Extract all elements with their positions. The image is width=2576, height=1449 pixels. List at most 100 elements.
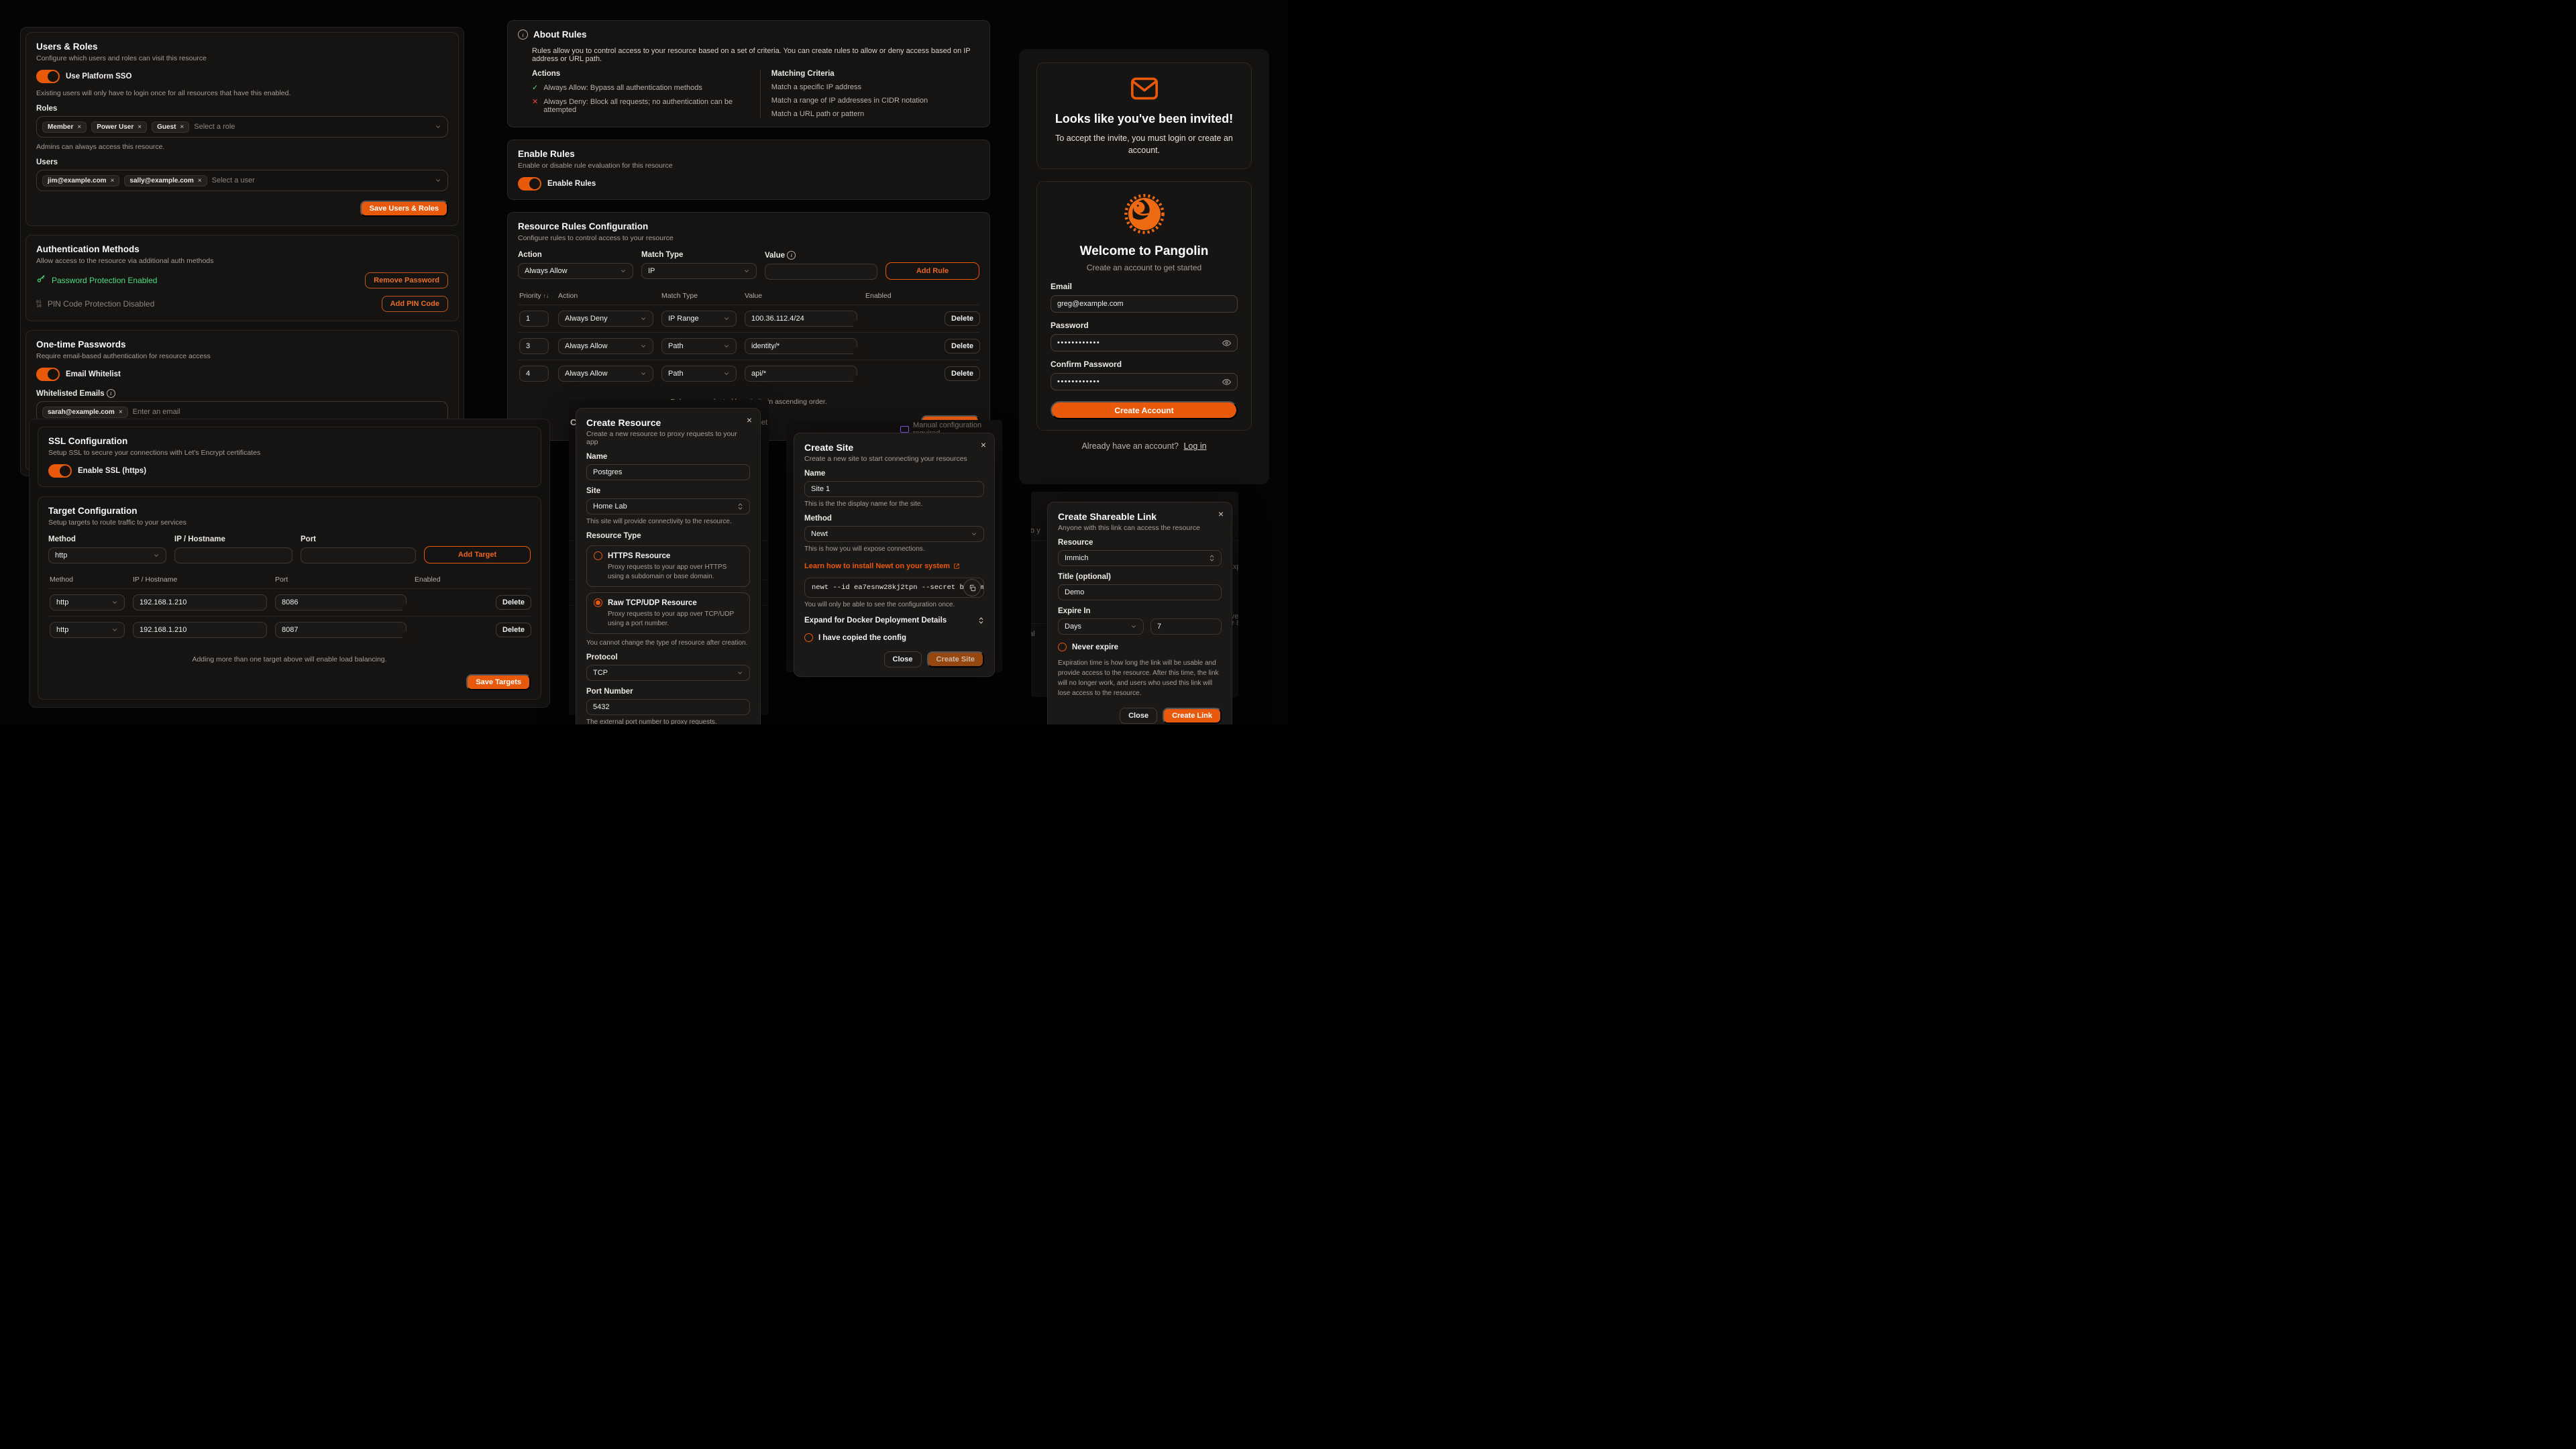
role-chip[interactable]: Guest×	[152, 121, 189, 133]
radio-selected-icon[interactable]	[594, 598, 602, 607]
rule-value-input[interactable]: api/*	[745, 366, 857, 382]
pangolin-logo	[1123, 193, 1166, 239]
user-chip[interactable]: sally@example.com×	[124, 175, 207, 186]
delete-rule-button[interactable]: Delete	[945, 311, 980, 326]
users-multiselect[interactable]: jim@example.com× sally@example.com× Sele…	[36, 170, 448, 191]
rule-priority-input[interactable]: 3	[519, 338, 549, 354]
enable-rules-toggle[interactable]	[518, 177, 541, 191]
chip-remove-icon[interactable]: ×	[111, 177, 115, 184]
rule-value-input[interactable]: identity/*	[745, 338, 857, 354]
copied-config-radio-row[interactable]: I have copied the config	[804, 633, 984, 642]
expire-unit-select[interactable]: Days	[1058, 619, 1144, 635]
ip-hostname-input[interactable]	[174, 547, 292, 564]
enable-rules-desc: Enable or disable rule evaluation for th…	[518, 162, 979, 170]
radio-icon[interactable]	[1058, 643, 1067, 651]
chip-remove-icon[interactable]: ×	[198, 177, 202, 184]
save-targets-button[interactable]: Save Targets	[466, 674, 531, 690]
chip-remove-icon[interactable]: ×	[180, 123, 184, 131]
actions-title: Actions	[532, 70, 751, 78]
site-select[interactable]: Home Lab	[586, 498, 750, 515]
remove-password-button[interactable]: Remove Password	[365, 272, 448, 288]
link-title-input[interactable]: Demo	[1058, 584, 1222, 600]
add-pin-code-button[interactable]: Add PIN Code	[382, 296, 448, 312]
resource-select[interactable]: Immich	[1058, 550, 1222, 566]
log-in-link[interactable]: Log in	[1183, 441, 1206, 451]
rule-priority-input[interactable]: 4	[519, 366, 549, 382]
rule-match-select[interactable]: Path	[661, 366, 737, 382]
close-icon[interactable]: ×	[747, 415, 752, 425]
delete-target-button[interactable]: Delete	[496, 595, 531, 610]
protocol-select[interactable]: TCP	[586, 665, 750, 681]
install-newt-link[interactable]: Learn how to install Newt on your system	[804, 562, 960, 570]
ip-header: IP / Hostname	[133, 576, 267, 584]
create-link-button[interactable]: Create Link	[1163, 708, 1222, 724]
save-users-roles-button[interactable]: Save Users & Roles	[360, 201, 448, 217]
value-input[interactable]	[765, 264, 877, 280]
rule-action-select[interactable]: Always Allow	[558, 338, 653, 354]
email-input[interactable]: greg@example.com	[1051, 295, 1238, 313]
target-method-select[interactable]: http	[50, 594, 125, 610]
https-resource-option[interactable]: HTTPS Resource Proxy requests to your ap…	[586, 545, 750, 587]
email-chip[interactable]: sarah@example.com×	[42, 407, 128, 418]
delete-rule-button[interactable]: Delete	[945, 339, 980, 354]
role-chip[interactable]: Member×	[42, 121, 87, 133]
raw-tcp-udp-resource-option[interactable]: Raw TCP/UDP Resource Proxy requests to y…	[586, 592, 750, 634]
rule-action-select[interactable]: Always Deny	[558, 311, 653, 327]
enable-ssl-toggle[interactable]	[48, 464, 72, 478]
chip-remove-icon[interactable]: ×	[119, 409, 123, 416]
port-number-input[interactable]: 5432	[586, 699, 750, 715]
email-whitelist-toggle[interactable]	[36, 368, 60, 381]
never-expire-radio-row[interactable]: Never expire	[1058, 643, 1222, 651]
close-icon[interactable]: ×	[1218, 509, 1224, 519]
target-method-select[interactable]: http	[50, 622, 125, 638]
resource-name-input[interactable]: Postgres	[586, 464, 750, 480]
chip-remove-icon[interactable]: ×	[77, 123, 81, 131]
target-row: http 192.168.1.210 8087 Delete	[48, 616, 531, 643]
create-account-button[interactable]: Create Account	[1051, 401, 1238, 419]
target-ip-input[interactable]: 192.168.1.210	[133, 622, 267, 638]
platform-sso-toggle[interactable]	[36, 70, 60, 83]
user-chip[interactable]: jim@example.com×	[42, 175, 119, 186]
criteria-item: Match a URL path or pattern	[771, 110, 979, 118]
action-select[interactable]: Always Allow	[518, 263, 633, 279]
target-port-input[interactable]: 8087	[275, 622, 407, 638]
close-button[interactable]: Close	[884, 651, 922, 667]
match-type-select[interactable]: IP	[641, 263, 757, 279]
priority-header[interactable]: Priority ↑↓	[519, 292, 550, 300]
role-chip[interactable]: Power User×	[91, 121, 147, 133]
chip-remove-icon[interactable]: ×	[138, 123, 142, 131]
create-site-button[interactable]: Create Site	[927, 651, 984, 667]
radio-icon[interactable]	[594, 551, 602, 560]
close-icon[interactable]: ×	[981, 440, 986, 449]
docker-details-expander[interactable]: Expand for Docker Deployment Details	[804, 616, 984, 625]
enable-rules-toggle-label: Enable Rules	[547, 180, 596, 188]
roles-multiselect[interactable]: Member× Power User× Guest× Select a role	[36, 116, 448, 138]
port-input[interactable]	[301, 547, 416, 564]
confirm-password-input[interactable]: ••••••••••••	[1051, 373, 1238, 390]
expire-value-input[interactable]: 7	[1150, 619, 1222, 635]
rule-match-select[interactable]: Path	[661, 338, 737, 354]
method-select[interactable]: http	[48, 547, 166, 564]
site-label: Site	[586, 487, 750, 495]
rule-priority-input[interactable]: 1	[519, 311, 549, 327]
share-link-title: Create Shareable Link	[1058, 511, 1222, 522]
password-input[interactable]: ••••••••••••	[1051, 334, 1238, 352]
rule-action-select[interactable]: Always Allow	[558, 366, 653, 382]
radio-icon[interactable]	[804, 633, 813, 642]
rule-match-select[interactable]: IP Range	[661, 311, 737, 327]
close-button[interactable]: Close	[1120, 708, 1157, 724]
add-rule-button[interactable]: Add Rule	[885, 262, 979, 280]
target-port-input[interactable]: 8086	[275, 594, 407, 610]
delete-rule-button[interactable]: Delete	[945, 366, 980, 381]
rule-value-input[interactable]: 100.36.112.4/24	[745, 311, 857, 327]
delete-target-button[interactable]: Delete	[496, 623, 531, 637]
name-label: Name	[586, 453, 750, 461]
site-method-select[interactable]: Newt	[804, 526, 984, 542]
site-name-input[interactable]: Site 1	[804, 481, 984, 497]
copy-icon[interactable]	[963, 579, 981, 596]
newt-command-codeblock[interactable]: newt --id ea7esnw28kj2tpn --secret by7jf…	[804, 578, 984, 598]
add-target-button[interactable]: Add Target	[424, 546, 531, 564]
chevron-down-icon	[723, 343, 730, 350]
target-ip-input[interactable]: 192.168.1.210	[133, 594, 267, 610]
criteria-title: Matching Criteria	[771, 70, 979, 78]
